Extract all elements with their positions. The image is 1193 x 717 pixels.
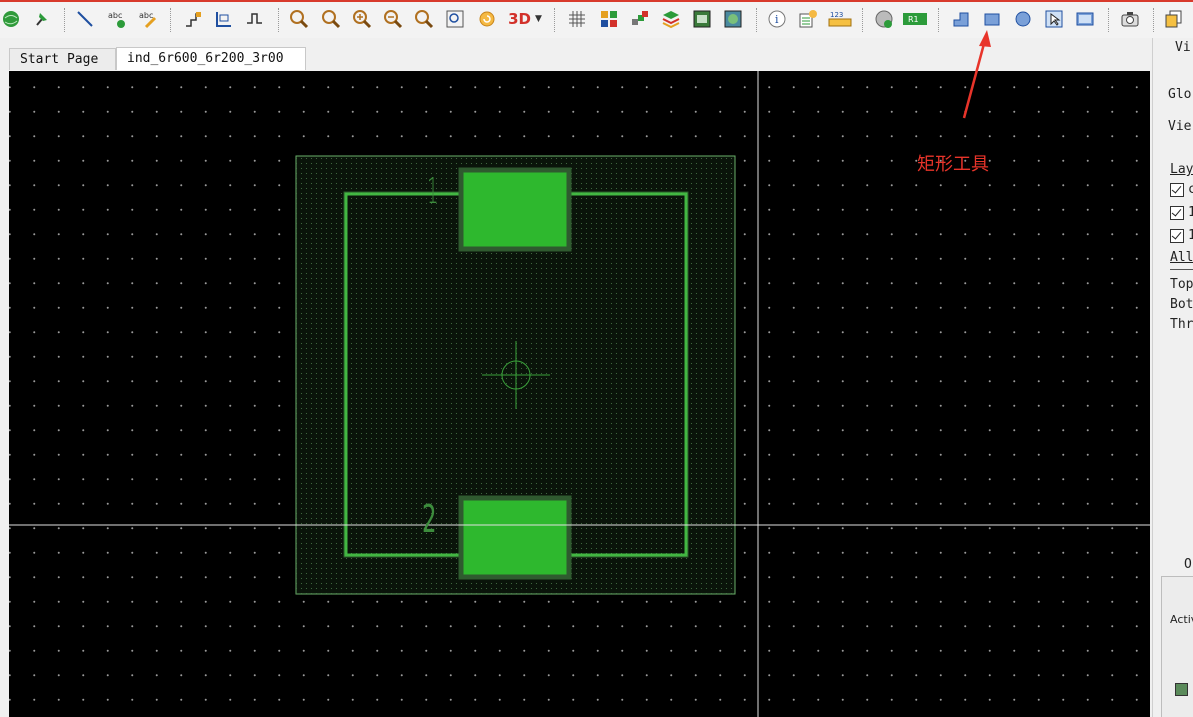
dropdown-arrow-icon[interactable]: ▼ (535, 14, 542, 24)
track-icon[interactable] (244, 8, 266, 30)
layer-checkbox-2[interactable] (1170, 206, 1184, 220)
top-layer-label[interactable]: Top (1170, 277, 1193, 292)
tab-label: ind_6r600_6r200_3r00 (127, 51, 284, 66)
layer-check-label-3: 1 (1188, 228, 1193, 243)
info-icon[interactable]: i (766, 8, 788, 30)
layer-check-label-2: 1 (1188, 205, 1193, 220)
board-icon[interactable] (691, 8, 713, 30)
annotation-text: 矩形工具 (917, 154, 989, 175)
tab-start-page[interactable]: Start Page (9, 48, 116, 70)
pad-2-label: 2 (422, 497, 437, 541)
active-label: Activ (1170, 613, 1193, 626)
edit-text-icon[interactable]: abc (137, 8, 159, 30)
svg-text:i: i (775, 13, 779, 26)
options-label: Op (1184, 557, 1193, 572)
toolbar: abc abc 3D ▼ i 123 R1 (0, 0, 1193, 38)
zoom-fit-icon[interactable] (320, 8, 342, 30)
svg-text:abc: abc (139, 11, 153, 20)
all-label[interactable]: All (1170, 250, 1193, 265)
rectangle-tool-icon[interactable] (981, 8, 1003, 30)
pin-icon[interactable] (30, 8, 52, 30)
layer-check-label-1: c (1188, 182, 1193, 197)
global-label: Glo (1168, 87, 1192, 102)
measure-label: 123 (830, 11, 843, 19)
select-tool-icon[interactable] (1043, 8, 1065, 30)
pad-1 (458, 167, 572, 252)
view-3d-icon[interactable]: 3D ▼ (505, 8, 545, 30)
refresh-icon[interactable] (476, 8, 498, 30)
tab-label: Start Page (20, 52, 99, 67)
polygon-tool-icon[interactable] (950, 8, 972, 30)
layer-checkbox-1[interactable] (1170, 183, 1184, 197)
map-icon[interactable] (722, 8, 744, 30)
ref-label: R1 (908, 15, 919, 24)
svg-text:abc: abc (108, 11, 122, 20)
tab-ind-footprint[interactable]: ind_6r600_6r200_3r00 (116, 47, 306, 70)
measure-icon[interactable]: 123 (828, 8, 852, 30)
region-tool-icon[interactable] (1074, 8, 1096, 30)
view2-label: Vie (1168, 119, 1192, 134)
zoom-redraw-icon[interactable] (413, 8, 435, 30)
pad-1-label: 1 (427, 171, 439, 212)
pad-2 (458, 495, 572, 580)
line-icon[interactable] (74, 8, 96, 30)
components-icon[interactable] (598, 8, 620, 30)
globe-icon[interactable] (0, 8, 22, 30)
tab-bar: Start Page ind_6r600_6r200_3r00 (0, 38, 1160, 71)
dimension-icon[interactable] (213, 8, 235, 30)
zoom-selection-icon[interactable] (444, 8, 466, 30)
grid-icon[interactable] (566, 8, 588, 30)
zoom-area-icon[interactable] (288, 8, 310, 30)
divider (1170, 269, 1193, 270)
ref-label-icon[interactable]: R1 (902, 8, 928, 30)
route-icon[interactable] (182, 8, 204, 30)
properties-icon[interactable] (797, 8, 819, 30)
via-icon[interactable] (873, 8, 895, 30)
options-box: Activ (1161, 576, 1193, 717)
copy-icon[interactable] (1163, 8, 1185, 30)
zoom-out-icon[interactable] (382, 8, 404, 30)
camera-icon[interactable] (1119, 8, 1141, 30)
color-swatch[interactable] (1175, 683, 1188, 696)
through-layer-label[interactable]: Thr (1170, 317, 1193, 332)
add-text-icon[interactable]: abc (106, 8, 128, 30)
layers-icon[interactable] (629, 8, 651, 30)
layers-label: Lay (1170, 162, 1193, 177)
view-label: Vi (1175, 40, 1191, 55)
zoom-in-icon[interactable] (351, 8, 373, 30)
circle-tool-icon[interactable] (1012, 8, 1034, 30)
view-3d-label: 3D (508, 10, 531, 28)
layer-checkbox-3[interactable] (1170, 229, 1184, 243)
right-panel: Vi Glo Vie Lay c 1 1 All Top Bot Thr Op … (1152, 38, 1193, 717)
bottom-layer-label[interactable]: Bot (1170, 297, 1193, 312)
stack-icon[interactable] (660, 8, 682, 30)
